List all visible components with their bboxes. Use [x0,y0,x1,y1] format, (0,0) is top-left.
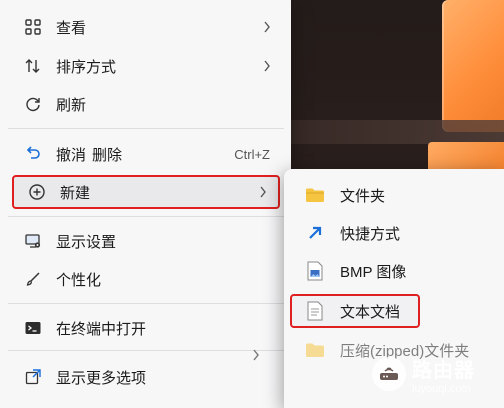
menu-item-personalize[interactable]: 个性化 [8,262,284,296]
undo-icon [22,143,44,165]
menu-item-show-more-options[interactable]: 显示更多选项 [8,360,284,394]
windows-logo-pane-bottom [428,142,504,172]
chevron-right-icon [256,185,270,199]
menu-item-display-settings[interactable]: 显示设置 [8,224,284,258]
chevron-right-icon [260,59,274,73]
menu-item-label: 在终端中打开 [56,320,147,338]
menu-separator [8,350,284,351]
submenu-item-shortcut[interactable]: 快捷方式 [290,216,500,250]
bmp-image-icon [304,260,326,282]
desktop-context-menu: 查看 排序方式 刷新 撤消 删除 Ctrl+Z 新建 显示设置 个性化 在终端中… [0,0,291,408]
menu-item-new[interactable]: 新建 [12,175,280,209]
watermark-url: luyouqi.com [412,382,471,395]
menu-separator [8,303,284,304]
menu-item-label: 刷新 [56,96,87,114]
shortcut-arrow-icon [304,222,326,244]
watermark-title: 路由器 [412,359,475,382]
grid-view-icon [22,16,44,38]
submenu-item-label: 文本文档 [340,303,401,321]
menu-item-label: 显示更多选项 [56,369,147,387]
menu-item-undo-delete[interactable]: 撤消 删除 Ctrl+Z [8,137,284,171]
submenu-item-folder[interactable]: 文件夹 [290,178,500,212]
keyboard-shortcut: Ctrl+Z [234,146,270,162]
menu-separator [8,216,284,217]
submenu-item-label: 文件夹 [340,187,386,205]
submenu-item-bmp-image[interactable]: BMP 图像 [290,254,500,288]
menu-item-sort-by[interactable]: 排序方式 [8,49,284,83]
chevron-right-icon [252,348,262,362]
more-options-icon [22,366,44,388]
menu-item-label: 新建 [60,184,91,202]
chevron-right-icon [260,20,274,34]
menu-item-label: 显示设置 [56,233,117,251]
new-plus-icon [26,181,48,203]
text-document-icon [304,300,326,322]
menu-item-refresh[interactable]: 刷新 [8,87,284,121]
folder-icon [304,184,326,206]
submenu-item-text-document[interactable]: 文本文档 [290,294,420,328]
terminal-icon [22,317,44,339]
menu-item-label: 排序方式 [56,58,117,76]
router-logo-icon [372,357,406,391]
submenu-item-label: BMP 图像 [340,263,407,281]
submenu-item-label: 快捷方式 [340,225,401,243]
windows-logo-pane-top [442,0,504,132]
taskbar-glimpse [290,120,504,144]
menu-item-label: 个性化 [56,271,102,289]
display-settings-icon [22,230,44,252]
sort-icon [22,55,44,77]
menu-item-label: 查看 [56,19,87,37]
watermark: 路由器 luyouqi.com [372,344,504,404]
personalize-brush-icon [22,268,44,290]
refresh-icon [22,93,44,115]
menu-item-view[interactable]: 查看 [8,10,284,44]
zip-folder-icon [304,339,326,361]
menu-item-open-in-terminal[interactable]: 在终端中打开 [8,311,284,345]
menu-separator [8,128,284,129]
menu-item-label: 撤消 删除 [56,146,123,164]
